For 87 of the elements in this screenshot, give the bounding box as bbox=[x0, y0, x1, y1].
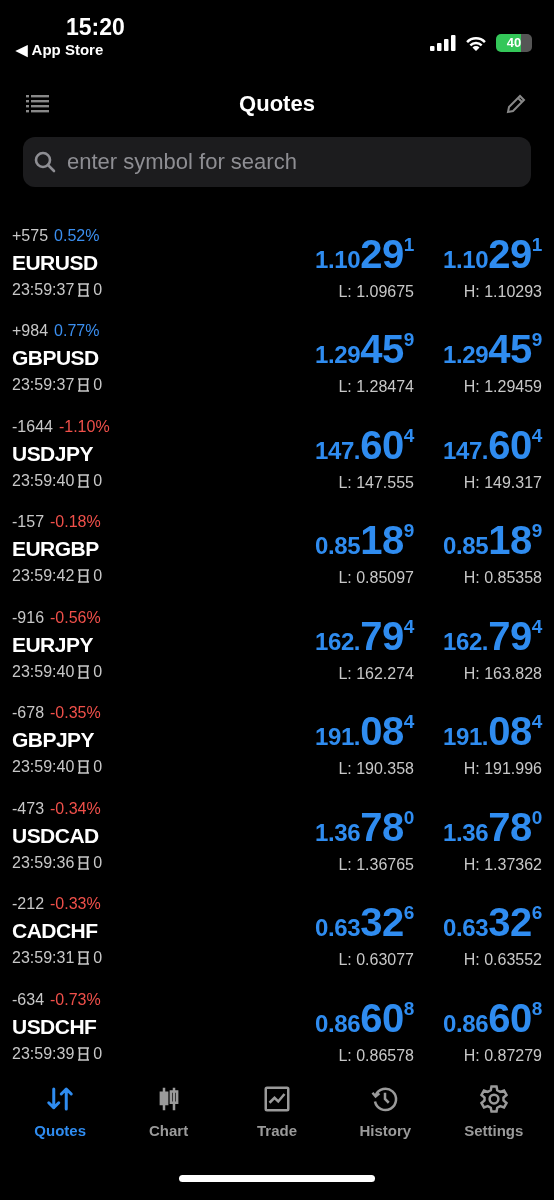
status-time: 15:20 bbox=[66, 16, 125, 39]
quote-time: 23:59:39 bbox=[12, 1045, 75, 1062]
quote-time: 23:59:37 bbox=[12, 377, 75, 394]
spread-value: 0 bbox=[93, 281, 103, 298]
low-price: L: 0.86578 bbox=[338, 1045, 414, 1066]
high-price: H: 1.29459 bbox=[463, 377, 542, 398]
symbol-name: CADCHF bbox=[12, 918, 99, 945]
symbol-name: EURJPY bbox=[12, 631, 94, 658]
change-points: -916 bbox=[12, 609, 45, 626]
list-icon[interactable] bbox=[26, 93, 50, 114]
change-points: -678 bbox=[12, 705, 45, 722]
quote-time: 23:59:31 bbox=[12, 950, 75, 967]
symbol-name: GBPUSD bbox=[12, 345, 100, 372]
tab-bar-item[interactable]: Trade bbox=[226, 1074, 327, 1147]
change-points: +575 bbox=[12, 227, 49, 244]
high-price: H: 1.37362 bbox=[463, 854, 542, 875]
tab-bar-item[interactable]: Chart bbox=[118, 1074, 219, 1147]
low-price: L: 1.36765 bbox=[338, 854, 414, 875]
change-points: -212 bbox=[12, 896, 45, 913]
change-points: +984 bbox=[12, 323, 49, 340]
spread-icon bbox=[77, 569, 91, 584]
spread-icon bbox=[77, 760, 91, 775]
symbol-name: GBPJPY bbox=[12, 727, 96, 754]
high-price: H: 1.10293 bbox=[463, 281, 542, 302]
quote-time: 23:59:37 bbox=[12, 281, 75, 298]
spread-icon bbox=[77, 1046, 91, 1061]
spread-icon bbox=[77, 378, 91, 393]
spread-value: 0 bbox=[93, 568, 103, 585]
spread-value: 0 bbox=[93, 854, 103, 871]
spread-value: 0 bbox=[93, 950, 103, 967]
symbol-name: USDJPY bbox=[12, 440, 94, 467]
screen-title: Quotes bbox=[239, 90, 315, 119]
change-points: -1644 bbox=[12, 418, 53, 435]
spread-value: 0 bbox=[93, 377, 103, 394]
low-price: L: 0.63077 bbox=[338, 950, 414, 971]
high-price: H: 149.317 bbox=[463, 472, 542, 493]
search-field[interactable]: enter symbol for search bbox=[23, 136, 531, 187]
high-price: H: 0.87279 bbox=[463, 1045, 542, 1066]
low-price: L: 147.555 bbox=[338, 472, 414, 493]
high-price: H: 163.828 bbox=[463, 663, 542, 684]
change-points: -473 bbox=[12, 800, 45, 817]
symbol-name: USDCHF bbox=[12, 1013, 98, 1040]
high-price: H: 0.63552 bbox=[463, 950, 542, 971]
tab-bar-item[interactable]: Quotes bbox=[10, 1074, 111, 1147]
spread-value: 0 bbox=[93, 1045, 103, 1062]
signal-icon bbox=[430, 35, 456, 51]
high-price: H: 0.85358 bbox=[463, 568, 542, 589]
low-price: L: 190.358 bbox=[338, 759, 414, 780]
spread-icon bbox=[77, 855, 91, 870]
symbol-name: EURUSD bbox=[12, 249, 99, 276]
change-points: -634 bbox=[12, 991, 45, 1008]
change-percent: -0.56% bbox=[50, 609, 101, 626]
low-price: L: 162.274 bbox=[338, 663, 414, 684]
spread-icon bbox=[77, 664, 91, 679]
spread-icon bbox=[77, 473, 91, 488]
low-price: L: 0.85097 bbox=[338, 568, 414, 589]
change-percent: -0.18% bbox=[50, 514, 101, 531]
change-points: -157 bbox=[12, 514, 45, 531]
change-percent: 0.77% bbox=[54, 323, 100, 340]
change-percent: 0.52% bbox=[54, 227, 100, 244]
quote-time: 23:59:40 bbox=[12, 759, 75, 776]
spread-icon bbox=[77, 282, 91, 297]
change-percent: -0.73% bbox=[50, 991, 101, 1008]
quote-time: 23:59:40 bbox=[12, 663, 75, 680]
spread-value: 0 bbox=[93, 663, 103, 680]
search-icon bbox=[33, 149, 57, 174]
symbol-name: EURGBP bbox=[12, 536, 100, 563]
spread-value: 0 bbox=[93, 472, 103, 489]
change-percent: -0.34% bbox=[50, 800, 101, 817]
settings-icon bbox=[478, 1084, 509, 1115]
low-price: L: 1.28474 bbox=[338, 377, 414, 398]
change-percent: -0.35% bbox=[50, 705, 101, 722]
quote-time: 23:59:36 bbox=[12, 854, 75, 871]
wifi-icon bbox=[464, 34, 488, 52]
spread-value: 0 bbox=[93, 759, 103, 776]
quote-time: 23:59:42 bbox=[12, 568, 75, 585]
battery-icon: 40 bbox=[496, 34, 532, 52]
high-price: H: 191.996 bbox=[463, 759, 542, 780]
change-percent: -1.10% bbox=[58, 418, 110, 435]
quote-time: 23:59:40 bbox=[12, 472, 75, 489]
back-link[interactable]: ◀ App Store bbox=[16, 41, 104, 60]
tab-bar-item[interactable]: Settings bbox=[443, 1074, 544, 1147]
low-price: L: 1.09675 bbox=[338, 281, 414, 302]
change-percent: -0.33% bbox=[50, 896, 101, 913]
spread-icon bbox=[77, 951, 91, 966]
tab-bar-item[interactable]: History bbox=[335, 1074, 436, 1147]
symbol-name: USDCAD bbox=[12, 822, 100, 849]
